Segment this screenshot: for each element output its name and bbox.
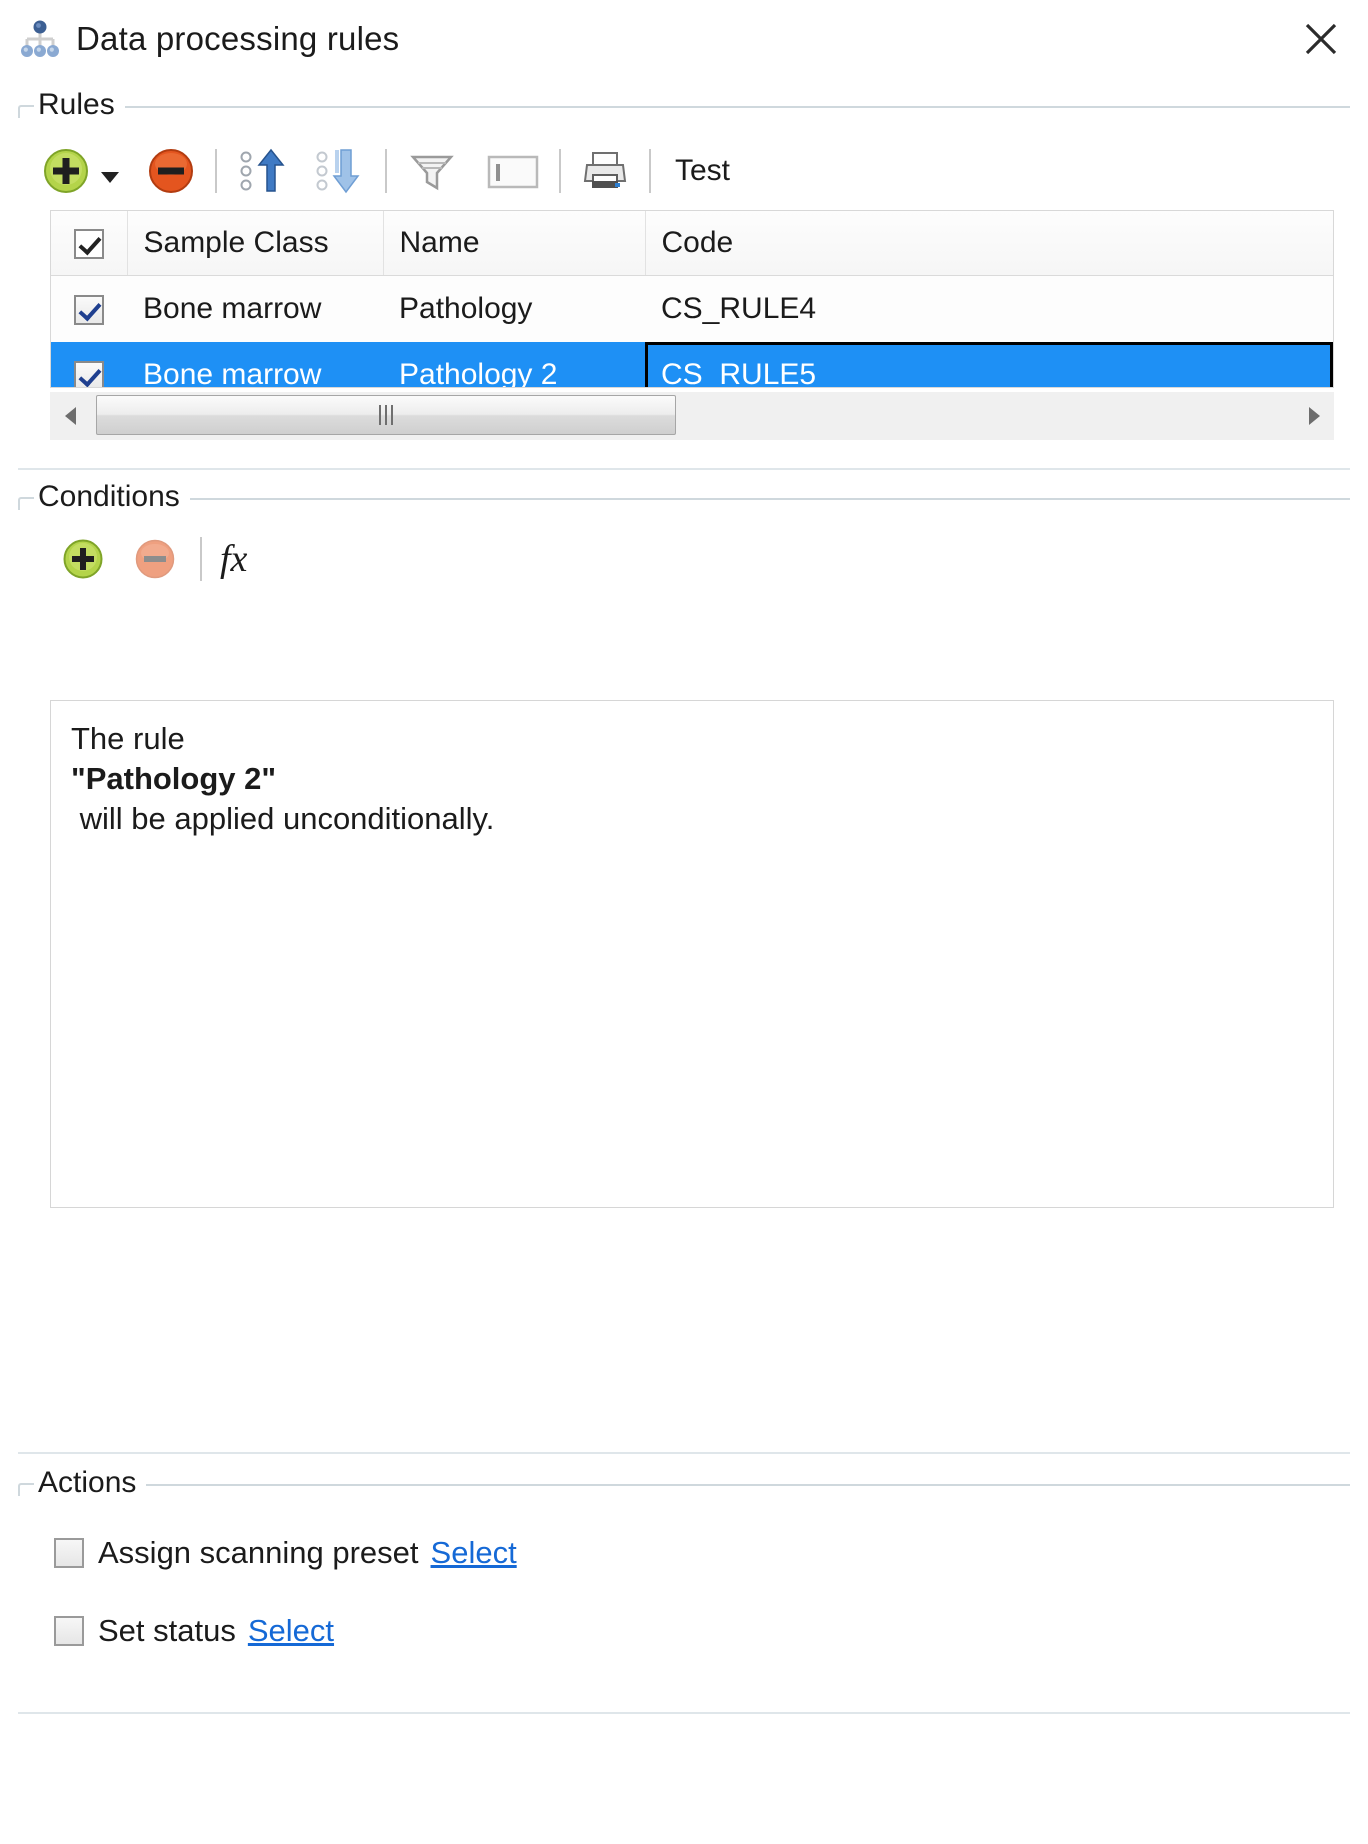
select-all-checkbox[interactable] bbox=[73, 229, 104, 260]
set-status-select-link[interactable]: Select bbox=[248, 1613, 334, 1649]
section-divider bbox=[18, 468, 1350, 470]
rules-table-grid: Sample Class Name Code Bone marrow Patho… bbox=[51, 211, 1333, 387]
window-titlebar: Data processing rules bbox=[0, 0, 1368, 78]
set-status-checkbox[interactable] bbox=[54, 1616, 84, 1646]
window-title: Data processing rules bbox=[76, 20, 400, 57]
move-up-button[interactable] bbox=[231, 143, 295, 199]
row-checkbox[interactable] bbox=[74, 295, 104, 326]
condition-line-2: "Pathology 2" bbox=[71, 761, 277, 796]
scrollbar-track[interactable] bbox=[90, 392, 1294, 440]
assign-scanning-preset-label: Assign scanning preset bbox=[98, 1535, 419, 1570]
cell-name[interactable]: Pathology 2 bbox=[383, 342, 645, 387]
conditions-group-header: Conditions bbox=[18, 480, 1350, 514]
actions-group: Actions bbox=[18, 1466, 1350, 1500]
row-checkbox-cell[interactable] bbox=[51, 276, 127, 343]
cell-name[interactable]: Pathology bbox=[383, 276, 645, 343]
toolbar-separator bbox=[559, 149, 561, 193]
table-header-row: Sample Class Name Code bbox=[51, 211, 1333, 276]
cell-code[interactable]: CS_RULE5 bbox=[645, 342, 1333, 387]
condition-line-1: The rule bbox=[71, 721, 185, 756]
bottom-divider bbox=[18, 1712, 1350, 1714]
scroll-right-icon[interactable] bbox=[1294, 392, 1334, 440]
actions-group-title: Actions bbox=[38, 1466, 137, 1499]
assign-scanning-preset-checkbox[interactable] bbox=[54, 1538, 84, 1568]
rules-group: Rules Test bbox=[18, 88, 1350, 202]
conditions-toolbar: fx bbox=[18, 528, 1350, 590]
add-rule-button[interactable] bbox=[36, 143, 96, 199]
add-condition-button[interactable] bbox=[56, 531, 110, 587]
toolbar-separator bbox=[200, 537, 202, 581]
remove-rule-button[interactable] bbox=[141, 143, 201, 199]
action-assign-scanning-preset[interactable]: Assign scanning preset Select bbox=[54, 1535, 517, 1571]
close-icon[interactable] bbox=[1290, 8, 1352, 70]
rules-table: Sample Class Name Code Bone marrow Patho… bbox=[50, 210, 1334, 388]
conditions-group: Conditions fx bbox=[18, 480, 1350, 590]
move-down-button[interactable] bbox=[307, 143, 371, 199]
action-set-status[interactable]: Set status Select bbox=[54, 1613, 334, 1649]
conditions-text-panel[interactable]: The rule "Pathology 2" will be applied u… bbox=[50, 700, 1334, 1208]
filter-icon[interactable] bbox=[401, 143, 463, 199]
scroll-left-icon[interactable] bbox=[50, 392, 90, 440]
table-row[interactable]: Bone marrow Pathology CS_RULE4 bbox=[51, 276, 1333, 343]
toolbar-separator bbox=[385, 149, 387, 193]
hierarchy-icon bbox=[18, 17, 62, 61]
set-status-label: Set status bbox=[98, 1613, 236, 1648]
header-sample-class[interactable]: Sample Class bbox=[127, 211, 384, 276]
choose-columns-icon[interactable] bbox=[481, 143, 545, 199]
fx-function-icon[interactable]: fx bbox=[220, 540, 247, 578]
actions-group-header: Actions bbox=[18, 1466, 1350, 1500]
rules-group-header: Rules bbox=[18, 88, 1350, 122]
group-divider-line bbox=[124, 106, 1350, 108]
cell-sample-class[interactable]: Bone marrow bbox=[127, 276, 383, 343]
cell-sample-class[interactable]: Bone marrow bbox=[127, 342, 383, 387]
print-icon[interactable] bbox=[575, 143, 635, 199]
header-select-all-cell[interactable] bbox=[51, 211, 128, 276]
row-checkbox[interactable] bbox=[74, 361, 104, 387]
toolbar-separator bbox=[649, 149, 651, 193]
group-divider-line bbox=[146, 1484, 1350, 1486]
group-corner bbox=[18, 496, 34, 510]
group-corner bbox=[18, 104, 34, 118]
conditions-group-title: Conditions bbox=[38, 480, 180, 513]
assign-scanning-preset-select-link[interactable]: Select bbox=[431, 1535, 517, 1571]
table-row[interactable]: Bone marrow Pathology 2 CS_RULE5 bbox=[51, 342, 1333, 387]
condition-line-3: will be applied unconditionally. bbox=[71, 801, 495, 836]
section-divider bbox=[18, 1452, 1350, 1454]
group-corner bbox=[18, 1482, 34, 1496]
remove-condition-button[interactable] bbox=[128, 531, 182, 587]
horizontal-scroll-thumb[interactable] bbox=[96, 395, 676, 435]
scroll-thumb-grip bbox=[379, 405, 393, 425]
header-code[interactable]: Code bbox=[645, 211, 1333, 276]
header-name[interactable]: Name bbox=[383, 211, 646, 276]
group-divider-line bbox=[189, 498, 1350, 500]
add-rule-dropdown-icon[interactable] bbox=[101, 171, 119, 183]
cell-code[interactable]: CS_RULE4 bbox=[645, 276, 1333, 343]
row-checkbox-cell[interactable] bbox=[51, 342, 127, 387]
test-button[interactable]: Test bbox=[675, 154, 730, 188]
rules-group-title: Rules bbox=[38, 88, 115, 121]
rules-horizontal-scrollbar[interactable] bbox=[50, 392, 1334, 440]
rules-toolbar: Test bbox=[18, 140, 1350, 202]
toolbar-separator bbox=[215, 149, 217, 193]
